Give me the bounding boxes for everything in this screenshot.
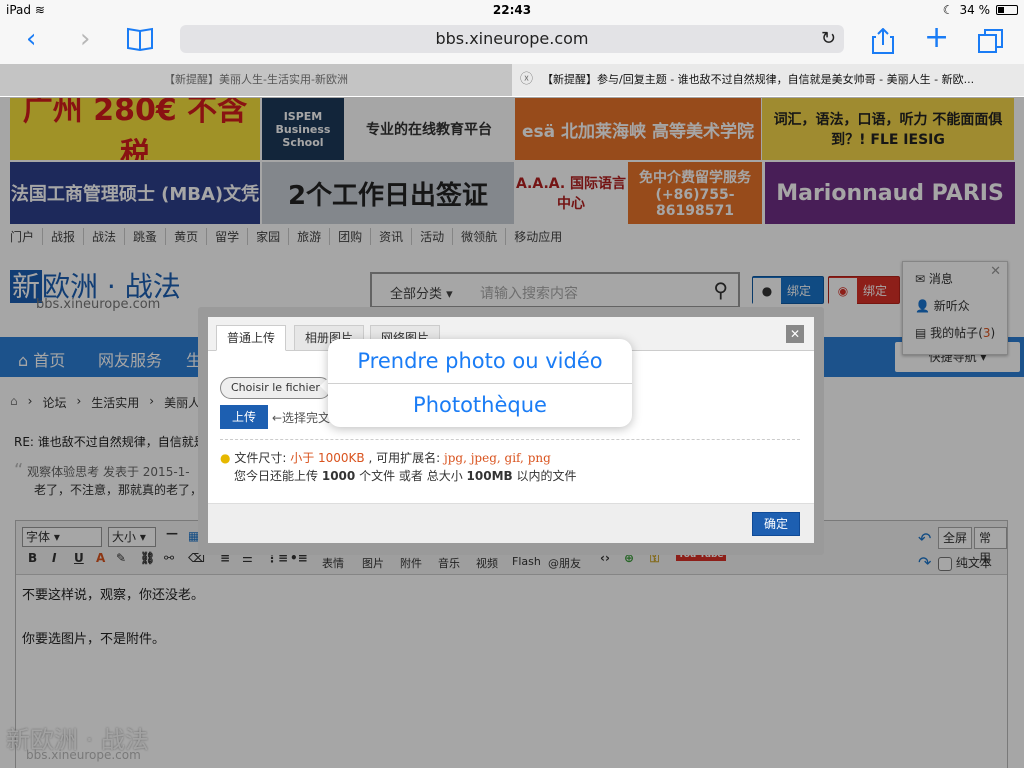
tabs-icon[interactable] [978, 28, 1004, 57]
take-photo-option[interactable]: Prendre photo ou vidéo [328, 339, 632, 383]
browser-tabs: 【新提醒】美丽人生-生活实用-新欧洲 ⓧ 【新提醒】参与/回复主题 - 谁也敌不… [0, 64, 1024, 96]
file-source-popover: Prendre photo ou vidéo Photothèque [328, 339, 632, 427]
status-bar: iPad ≋ 22:43 ☾ 34 % [0, 0, 1024, 20]
battery-icon [996, 5, 1018, 15]
upload-button[interactable]: 上传 [220, 405, 268, 429]
close-tab-icon[interactable]: ⓧ [520, 64, 533, 96]
dialog-footer: 确定 [208, 503, 814, 543]
lightbulb-icon: ● [220, 451, 231, 465]
address-bar[interactable]: bbs.xineurope.com ↻ [180, 25, 844, 53]
choose-file-button[interactable]: Choisir le fichier [220, 377, 331, 399]
tab-2[interactable]: ⓧ 【新提醒】参与/回复主题 - 谁也敌不过自然规律，自信就是美女帅哥 - 美丽… [512, 64, 1024, 96]
close-icon[interactable]: ✕ [786, 325, 804, 343]
share-icon[interactable] [872, 27, 894, 57]
tab-1[interactable]: 【新提醒】美丽人生-生活实用-新欧洲 [0, 64, 512, 96]
photo-library-option[interactable]: Photothèque [328, 383, 632, 427]
back-icon[interactable]: ‹ [26, 24, 36, 54]
moon-icon: ☾ [942, 3, 954, 17]
reload-icon[interactable]: ↻ [821, 25, 836, 53]
new-tab-icon[interactable]: + [924, 20, 949, 55]
file-info: ● 文件尺寸: 小于 1000KB , 可用扩展名: jpg, jpeg, gi… [220, 451, 577, 483]
battery-percent: 34 % [959, 3, 991, 17]
forward-icon[interactable]: › [80, 24, 90, 54]
bookmarks-icon[interactable] [126, 26, 154, 59]
confirm-button[interactable]: 确定 [752, 512, 800, 536]
divider [220, 439, 800, 440]
browser-toolbar: ‹ › bbs.xineurope.com ↻ + [0, 20, 1024, 64]
tab-normal-upload[interactable]: 普通上传 [216, 325, 287, 351]
clock: 22:43 [492, 3, 532, 17]
